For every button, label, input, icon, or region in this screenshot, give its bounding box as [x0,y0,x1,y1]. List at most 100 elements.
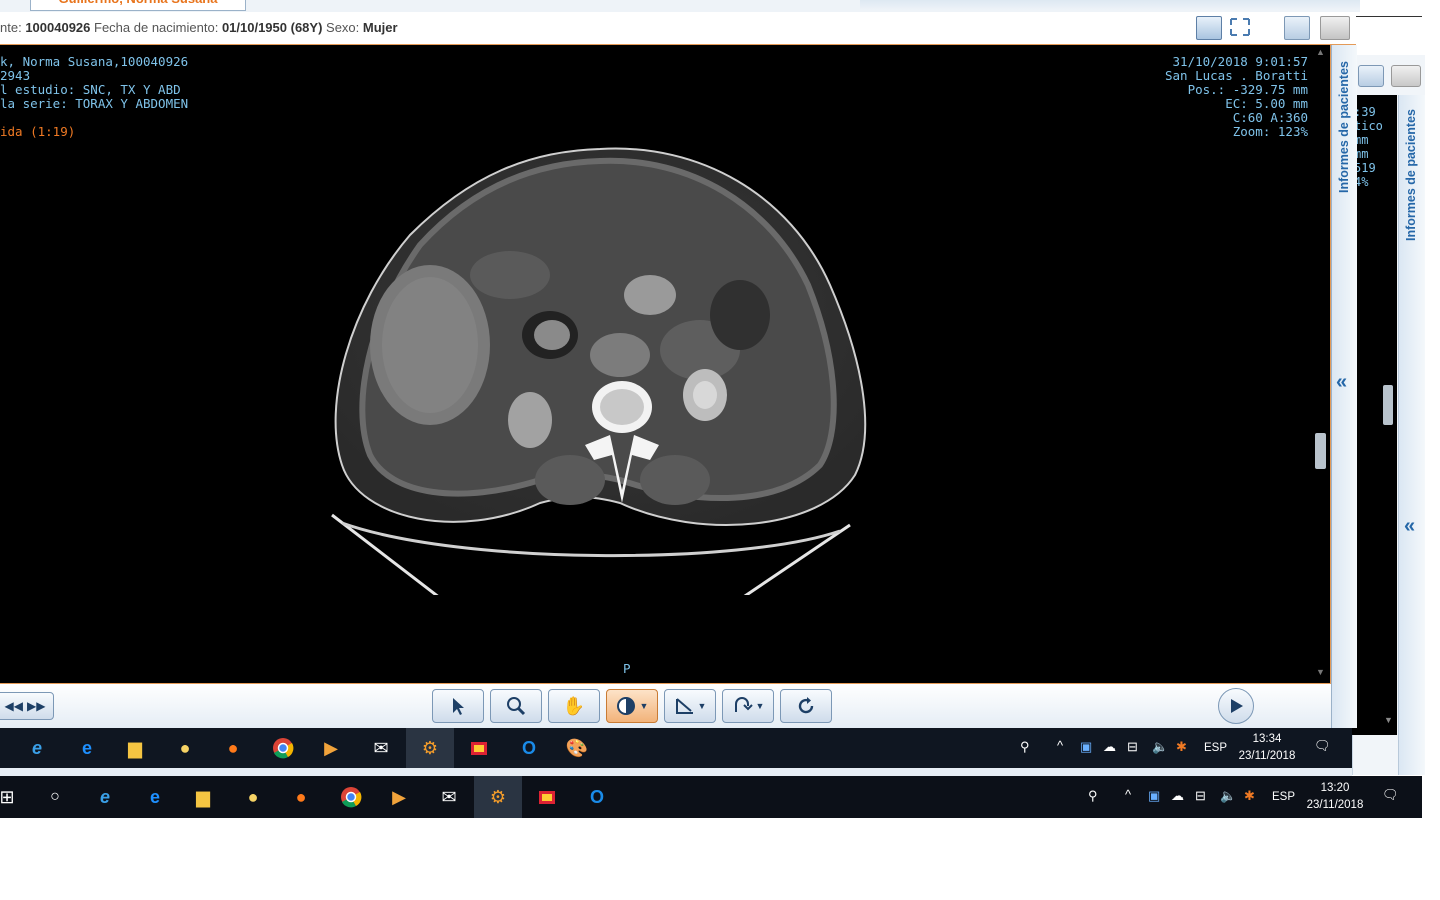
background-divider [1356,16,1422,17]
rotate-icon [734,697,753,712]
background-save-icon[interactable] [1358,65,1384,87]
outer-clock[interactable]: 13:20 23/11/2018 [1304,780,1366,814]
onedrive-icon[interactable]: ☁ [1171,788,1184,804]
rotate-tool-button[interactable]: ▼ [722,689,774,723]
file-explorer-icon[interactable]: ▆ [122,735,148,761]
scroll-thumb[interactable] [1315,433,1326,469]
firefox-icon[interactable]: ● [220,735,246,761]
save-icon[interactable] [1284,16,1310,40]
print-icon[interactable] [1320,16,1350,40]
reports-side-panel[interactable]: Informes de pacientes « [1331,45,1357,728]
inner-time: 13:34 [1252,733,1282,745]
show-hidden-icons[interactable]: ^ [1057,738,1063,753]
outer-time: 13:20 [1320,782,1350,794]
background-scroll-down-icon[interactable]: ▼ [1384,715,1393,725]
reset-tool-button[interactable] [780,689,832,723]
onedrive-icon[interactable]: ☁ [1103,739,1116,755]
scroll-up-icon[interactable]: ▲ [1316,47,1325,57]
viewer-app-icon[interactable]: ⚙ [417,735,443,761]
network-app-icon[interactable]: ▣ [1148,788,1160,804]
measure-tool-button[interactable]: ▼ [664,689,716,723]
outlook-icon[interactable]: O [516,735,542,761]
image-app-icon[interactable] [466,735,492,761]
measure-icon [675,698,693,714]
reports-panel-label: Informes de pacientes [1337,61,1351,193]
avast-icon[interactable]: ✱ [1244,788,1255,804]
window-level-icon [616,697,635,715]
app-icon-sun[interactable]: ● [172,735,198,761]
measure-dropdown-icon[interactable]: ▼ [698,701,707,711]
outer-taskbar: ⊞ ○ e e ▆ ● ● ▶ ✉ ⚙ O ⚲ ^ ▣ ☁ ⊟ 🔈 ✱ ESP … [0,776,1422,818]
window-level-dropdown-icon[interactable]: ▼ [640,701,649,711]
outlook-icon[interactable]: O [584,784,610,810]
network-icon[interactable]: ⊟ [1127,739,1138,755]
fullscreen-icon[interactable] [1228,16,1252,38]
ie-icon[interactable]: e [92,784,118,810]
pan-hand-icon: ✋ [562,695,586,716]
background-tab-strip [860,0,1360,10]
overlay-datetime: 31/10/2018 9:01:57 [1172,54,1308,69]
orientation-marker: P [623,661,631,676]
background-overlay-text: :39 tico mm mm 519 4% [1354,105,1383,189]
zoom-tool-button[interactable] [490,689,542,723]
overlay-thickness: EC: 5.00 mm [1225,96,1308,111]
background-scroll-thumb[interactable] [1383,385,1393,425]
firefox-icon[interactable]: ● [288,784,314,810]
inner-language[interactable]: ESP [1204,740,1227,757]
ie-icon[interactable]: e [24,735,50,761]
overlay-zoom: Zoom: 123% [1232,124,1308,139]
app-icon-sun[interactable]: ● [240,784,266,810]
cortana-icon[interactable]: ○ [42,784,68,810]
background-collapse-icon[interactable]: « [1404,515,1415,538]
viewer-app-icon[interactable]: ⚙ [485,784,511,810]
viewport-scrollbar[interactable]: ▲ ▼ [1314,47,1328,681]
start-icon[interactable]: ⊞ [0,784,20,810]
volume-icon[interactable]: 🔈 [1220,788,1236,804]
image-viewport[interactable]: k, Norma Susana,100040926 2943 l estudio… [0,45,1331,684]
show-hidden-icons[interactable]: ^ [1125,787,1131,802]
people-icon[interactable]: ⚲ [1088,788,1098,804]
patient-tab[interactable]: Guillermo, Norma Susana [30,0,246,11]
scroll-down-icon[interactable]: ▼ [1316,667,1325,677]
media-player-icon[interactable]: ▶ [386,784,412,810]
chrome-icon[interactable] [338,784,364,810]
paint-icon[interactable]: 🎨 [564,735,590,761]
chrome-icon[interactable] [270,735,296,761]
series-navigation: ◀◀ ▶▶ [0,692,54,720]
rotate-dropdown-icon[interactable]: ▼ [756,701,765,711]
edge-icon[interactable]: e [142,784,168,810]
avast-icon[interactable]: ✱ [1176,739,1187,755]
volume-icon[interactable]: 🔈 [1152,739,1168,755]
overlay-top-right: 31/10/2018 9:01:57 San Lucas . Boratti P… [1165,55,1308,139]
people-icon[interactable]: ⚲ [1020,739,1030,755]
mail-icon[interactable]: ✉ [368,735,394,761]
fast-forward-icon[interactable]: ▶▶ [27,699,45,713]
network-icon[interactable]: ⊟ [1195,788,1206,804]
play-button[interactable] [1218,688,1254,724]
image-app-icon[interactable] [534,784,560,810]
layout-icon[interactable] [1196,16,1222,40]
media-player-icon[interactable]: ▶ [318,735,344,761]
notification-icon[interactable]: 🗨 [1382,787,1399,803]
patient-id: 100040926 [25,20,91,35]
window-level-tool-button[interactable]: ▼ [606,689,658,723]
mail-icon[interactable]: ✉ [436,784,462,810]
pointer-tool-button[interactable] [432,689,484,723]
id-label: nte: [0,20,22,35]
edge-icon[interactable]: e [74,735,100,761]
rewind-icon[interactable]: ◀◀ [5,699,23,713]
play-icon [1231,699,1243,713]
overlay-window: C:60 A:360 [1232,110,1308,125]
notification-icon[interactable]: 🗨 [1314,738,1331,754]
network-app-icon[interactable]: ▣ [1080,739,1092,755]
outer-language[interactable]: ESP [1272,789,1295,806]
inner-clock[interactable]: 13:34 23/11/2018 [1236,731,1298,765]
background-print-icon[interactable] [1391,65,1421,87]
inner-date: 23/11/2018 [1238,750,1296,762]
file-explorer-icon[interactable]: ▆ [190,784,216,810]
collapse-panel-icon[interactable]: « [1336,371,1347,394]
overlay-position: Pos.: -329.75 mm [1187,82,1308,97]
pan-tool-button[interactable]: ✋ [548,689,600,723]
pointer-icon [453,698,464,715]
background-reports-panel[interactable]: Informes de pacientes « [1398,95,1425,775]
